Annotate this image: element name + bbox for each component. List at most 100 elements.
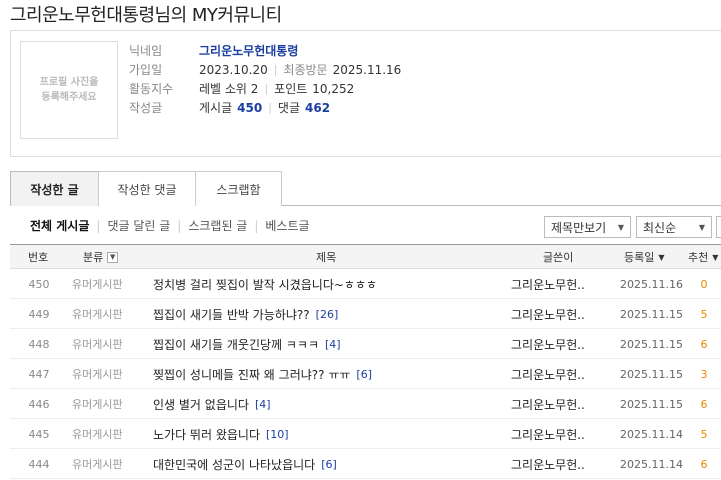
post-category[interactable]: 유머게시판	[72, 299, 123, 329]
post-number: 447	[28, 367, 50, 381]
sort-down-icon: ▼	[658, 252, 665, 262]
col-category[interactable]: 분류 ▼	[83, 245, 119, 269]
divider: |	[273, 63, 278, 76]
post-category[interactable]: 유머게시판	[72, 449, 123, 479]
profile-box: 프로필 사진을 등록해주세요 닉네임 그리운노무헌대통령 가입일 2023.10…	[10, 30, 721, 157]
activity-label: 활동지수	[129, 82, 174, 96]
recommend-count: 6	[700, 397, 708, 411]
post-title-link[interactable]: 인생 별거 없읍니다	[153, 396, 249, 413]
comment-count[interactable]: [10]	[266, 428, 289, 441]
comment-count[interactable]: [4]	[255, 398, 271, 411]
post-date: 2025.11.15	[620, 337, 683, 351]
filter-commented-posts[interactable]: 댓글 달린 글	[107, 217, 170, 234]
post-title-link[interactable]: 노가다 뛰러 왔읍니다	[153, 426, 260, 443]
recommend-count: 5	[700, 427, 708, 441]
sort-select[interactable]: 최신순 ▼	[636, 216, 712, 238]
recommend-count: 3	[700, 367, 708, 381]
view-mode-select[interactable]: 제목만보기 ▼	[544, 216, 631, 238]
tab-written-posts[interactable]: 작성한 글	[10, 171, 99, 206]
table-row[interactable]: 445 유머게시판 노가다 뛰러 왔읍니다 [10] 그리운노무헌.. 2025…	[10, 419, 721, 449]
post-number: 450	[28, 277, 50, 291]
col-rec[interactable]: 추천 ▼	[688, 245, 718, 269]
divider: |	[177, 218, 182, 233]
tab-label: 스크랩함	[216, 182, 261, 197]
post-title-link[interactable]: 찝집이 새기들 개웃긴당께 ㅋㅋㅋ	[153, 336, 319, 353]
divider: |	[268, 101, 272, 114]
comments-label: 댓글	[277, 101, 300, 115]
nickname-label: 닉네임	[129, 44, 163, 58]
tab-bar: 작성한 글 작성한 댓글 스크랩함	[10, 171, 721, 206]
post-category[interactable]: 유머게시판	[72, 419, 123, 449]
divider: |	[264, 82, 269, 95]
post-title-link[interactable]: 찝집이 새기들 반박 가능하냐??	[153, 306, 310, 323]
post-title-cell: 찢찝이 성니메들 진짜 왜 그러냐?? ㅠㅠ [6]	[153, 359, 372, 389]
post-title-cell: 인생 별거 없읍니다 [4]	[153, 389, 271, 419]
extra-select[interactable]	[716, 216, 721, 238]
recommend-count: 6	[700, 337, 708, 351]
post-title-cell: 정치병 걸리 찢집이 발작 시겼읍니다~ㅎㅎㅎ	[153, 269, 383, 299]
divider: |	[96, 218, 101, 233]
filter-best-posts[interactable]: 베스트글	[265, 217, 309, 234]
page-title: 그리운노무헌대통령님의 MY커뮤니티	[10, 5, 282, 26]
comment-count[interactable]: [4]	[325, 338, 341, 351]
table-row[interactable]: 446 유머게시판 인생 별거 없읍니다 [4] 그리운노무헌.. 2025.1…	[10, 389, 721, 419]
comment-count[interactable]: [26]	[316, 308, 339, 321]
post-author[interactable]: 그리운노무헌..	[511, 299, 585, 329]
table-row[interactable]: 447 유머게시판 찢찝이 성니메들 진짜 왜 그러냐?? ㅠㅠ [6] 그리운…	[10, 359, 721, 389]
tab-scraps[interactable]: 스크랩함	[195, 171, 282, 206]
post-author[interactable]: 그리운노무헌..	[511, 359, 585, 389]
table-row[interactable]: 444 유머게시판 대한민국에 성군이 나타났읍니다 [6] 그리운노무헌.. …	[10, 449, 721, 479]
post-number: 446	[28, 397, 50, 411]
col-num: 번호	[28, 251, 49, 264]
nickname-link[interactable]: 그리운노무헌대통령	[199, 42, 298, 59]
post-author[interactable]: 그리운노무헌..	[511, 449, 585, 479]
post-author[interactable]: 그리운노무헌..	[511, 389, 585, 419]
comment-count[interactable]: [6]	[356, 368, 372, 381]
post-author[interactable]: 그리운노무헌..	[511, 329, 585, 359]
post-title-cell: 대한민국에 성군이 나타났읍니다 [6]	[153, 449, 337, 479]
post-author[interactable]: 그리운노무헌..	[511, 419, 585, 449]
tab-label: 작성한 글	[30, 182, 79, 197]
written-label: 작성글	[129, 101, 163, 115]
avatar-placeholder[interactable]: 프로필 사진을 등록해주세요	[20, 41, 118, 139]
tab-written-comments[interactable]: 작성한 댓글	[98, 171, 196, 206]
last-visit-date: 2025.11.16	[332, 62, 402, 77]
table-row[interactable]: 450 유머게시판 정치병 걸리 찢집이 발작 시겼읍니다~ㅎㅎㅎ 그리운노무헌…	[10, 269, 721, 299]
tab-label: 작성한 댓글	[117, 182, 177, 197]
comments-count[interactable]: 462	[305, 101, 330, 115]
joined-row: 가입일 2023.10.20 | 최종방문 2025.11.16	[129, 60, 401, 79]
post-title-link[interactable]: 대한민국에 성군이 나타났읍니다	[153, 456, 315, 473]
post-category[interactable]: 유머게시판	[72, 329, 123, 359]
col-rec-label: 추천	[688, 251, 709, 264]
post-title-link[interactable]: 정치병 걸리 찢집이 발작 시겼읍니다~ㅎㅎㅎ	[153, 276, 377, 293]
table-row[interactable]: 448 유머게시판 찝집이 새기들 개웃긴당께 ㅋㅋㅋ [4] 그리운노무헌..…	[10, 329, 721, 359]
post-title-link[interactable]: 찢찝이 성니메들 진짜 왜 그러냐?? ㅠㅠ	[153, 366, 350, 383]
post-category[interactable]: 유머게시판	[72, 359, 123, 389]
post-category[interactable]: 유머게시판	[72, 389, 123, 419]
recommend-count: 0	[700, 277, 708, 291]
sort-down-icon: ▼	[712, 252, 719, 262]
post-title-cell: 노가다 뛰러 왔읍니다 [10]	[153, 419, 289, 449]
filter-scrapped-posts[interactable]: 스크랩된 글	[188, 217, 247, 234]
post-author[interactable]: 그리운노무헌..	[511, 269, 585, 299]
table-row[interactable]: 449 유머게시판 찝집이 새기들 반박 가능하냐?? [26] 그리운노무헌.…	[10, 299, 721, 329]
col-author: 글쓴이	[543, 251, 574, 264]
col-date-label: 등록일	[624, 251, 655, 264]
comment-count[interactable]: [6]	[321, 458, 337, 471]
profile-info: 닉네임 그리운노무헌대통령 가입일 2023.10.20 | 최종방문 2025…	[129, 41, 401, 117]
filter-all-posts[interactable]: 전체 게시글	[30, 217, 89, 234]
posts-label: 게시글	[199, 101, 233, 115]
post-number: 448	[28, 337, 50, 351]
post-category[interactable]: 유머게시판	[72, 269, 123, 299]
nickname-row: 닉네임 그리운노무헌대통령	[129, 41, 401, 60]
post-date: 2025.11.14	[620, 457, 683, 471]
posts-count[interactable]: 450	[237, 101, 262, 115]
col-date[interactable]: 등록일 ▼	[624, 245, 665, 269]
post-number: 445	[28, 427, 50, 441]
points-value: 10,252	[312, 81, 355, 96]
chevron-down-icon: ▼	[617, 222, 624, 232]
recommend-count: 6	[700, 457, 708, 471]
post-number: 444	[28, 457, 50, 471]
post-date: 2025.11.16	[620, 277, 683, 291]
view-mode-value: 제목만보기	[551, 220, 607, 235]
